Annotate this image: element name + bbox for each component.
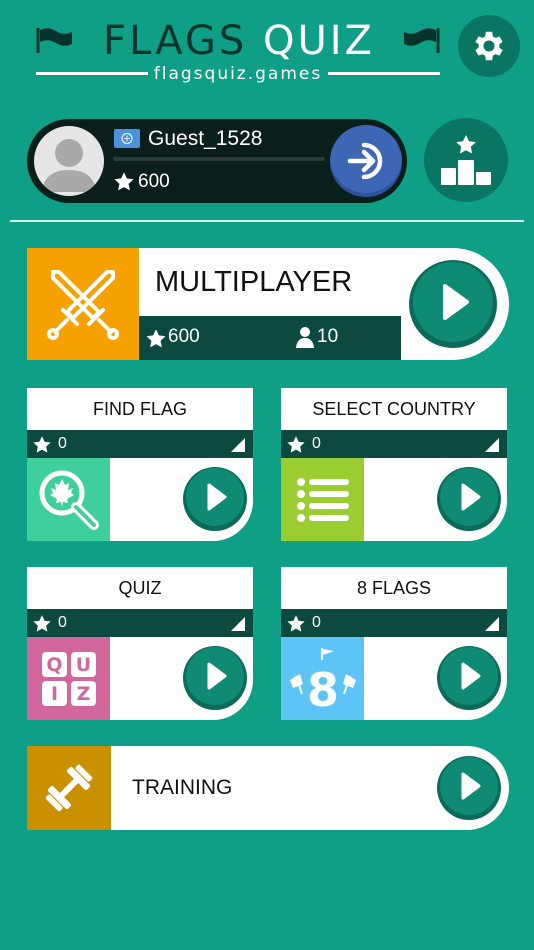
- star-icon: [146, 329, 166, 348]
- star-icon: [33, 615, 51, 632]
- multiplayer-card[interactable]: MULTIPLAYER 600 10: [27, 248, 509, 360]
- play-button[interactable]: [409, 260, 497, 348]
- play-button[interactable]: [433, 752, 505, 824]
- quiz-letters-icon: Q U I Z: [41, 651, 96, 706]
- dumbbell-icon: [45, 764, 93, 812]
- user-icon: [296, 327, 314, 348]
- play-button[interactable]: [179, 463, 251, 535]
- app-logo: FLAGS QUIZ flagsquiz.games: [34, 14, 442, 84]
- avatar[interactable]: [34, 126, 104, 196]
- podium-icon: [441, 135, 491, 185]
- multiplayer-points: 600: [168, 326, 200, 347]
- select-country-score: 0: [312, 435, 321, 452]
- star-icon: [114, 172, 134, 191]
- crossed-swords-icon: [47, 270, 119, 340]
- card-stats-bar: 0: [281, 430, 507, 458]
- multiplayer-body: MULTIPLAYER 600 10: [139, 248, 509, 360]
- find-flag-title: FIND FLAG: [27, 388, 253, 430]
- difficulty-triangle-icon: [231, 617, 245, 631]
- training-card[interactable]: TRAINING: [27, 746, 509, 830]
- play-button[interactable]: [179, 642, 251, 714]
- quiz-title: QUIZ: [27, 567, 253, 609]
- settings-button[interactable]: [458, 15, 520, 77]
- quiz-letter: I: [50, 683, 57, 705]
- eight-flags-score: 0: [312, 614, 321, 631]
- star-icon: [287, 615, 305, 632]
- eight-flags-number: 8: [306, 663, 338, 712]
- training-title: TRAINING: [132, 776, 233, 799]
- select-country-card[interactable]: SELECT COUNTRY 0: [281, 388, 507, 541]
- card-stats-bar: 0: [27, 430, 253, 458]
- un-flag-icon: [114, 129, 140, 148]
- title-flags: FLAGS: [103, 18, 248, 64]
- list-icon: [296, 477, 349, 522]
- eight-flags-title: 8 FLAGS: [281, 567, 507, 609]
- waving-flag-icon: [36, 28, 72, 53]
- eight-flags-icon: 8: [289, 647, 356, 712]
- multiplayer-title: MULTIPLAYER: [155, 266, 353, 298]
- app-title: FLAGS QUIZ: [94, 18, 384, 64]
- card-stats-bar: 0: [281, 609, 507, 637]
- quiz-score: 0: [58, 614, 67, 631]
- find-flag-score: 0: [58, 435, 67, 452]
- difficulty-triangle-icon: [485, 438, 499, 452]
- multiplayer-stats-bar: 600 10: [139, 316, 401, 360]
- player-profile: Guest_1528 600: [27, 119, 407, 203]
- play-button[interactable]: [433, 642, 505, 714]
- star-icon: [287, 436, 305, 453]
- level-progress-bar: [113, 157, 325, 161]
- quiz-card[interactable]: QUIZ 0 Q U I Z: [27, 567, 253, 720]
- eight-flags-icon-tile: 8: [281, 637, 364, 720]
- training-icon-tile: [27, 746, 111, 830]
- login-button[interactable]: [330, 125, 402, 197]
- gear-icon: [475, 31, 503, 61]
- online-players-count: 10: [317, 326, 339, 347]
- card-stats-bar: 0: [27, 609, 253, 637]
- difficulty-triangle-icon: [485, 617, 499, 631]
- quiz-letter: Z: [76, 683, 90, 705]
- quiz-letter: U: [75, 654, 90, 676]
- find-flag-card[interactable]: FIND FLAG 0: [27, 388, 253, 541]
- eight-flags-card[interactable]: 8 FLAGS 0 8: [281, 567, 507, 720]
- section-divider: [10, 220, 524, 222]
- select-country-title: SELECT COUNTRY: [281, 388, 507, 430]
- select-country-icon-tile: [281, 458, 364, 541]
- leaderboard-button[interactable]: [424, 118, 508, 202]
- quiz-icon-tile: Q U I Z: [27, 637, 110, 720]
- quiz-letter: Q: [46, 654, 62, 676]
- star-icon: [33, 436, 51, 453]
- app-subtitle: flagsquiz.games: [34, 64, 442, 84]
- title-quiz: QUIZ: [263, 18, 375, 64]
- magnifier-maple-leaf-icon: [39, 470, 99, 530]
- multiplayer-icon-tile: [27, 248, 139, 360]
- player-points: 600: [138, 171, 170, 192]
- play-button[interactable]: [433, 463, 505, 535]
- find-flag-icon-tile: [27, 458, 110, 541]
- sign-in-icon: [347, 142, 383, 180]
- difficulty-triangle-icon: [231, 438, 245, 452]
- username: Guest_1528: [148, 127, 263, 150]
- waving-flag-icon: [404, 28, 440, 53]
- user-avatar-icon: [42, 139, 96, 192]
